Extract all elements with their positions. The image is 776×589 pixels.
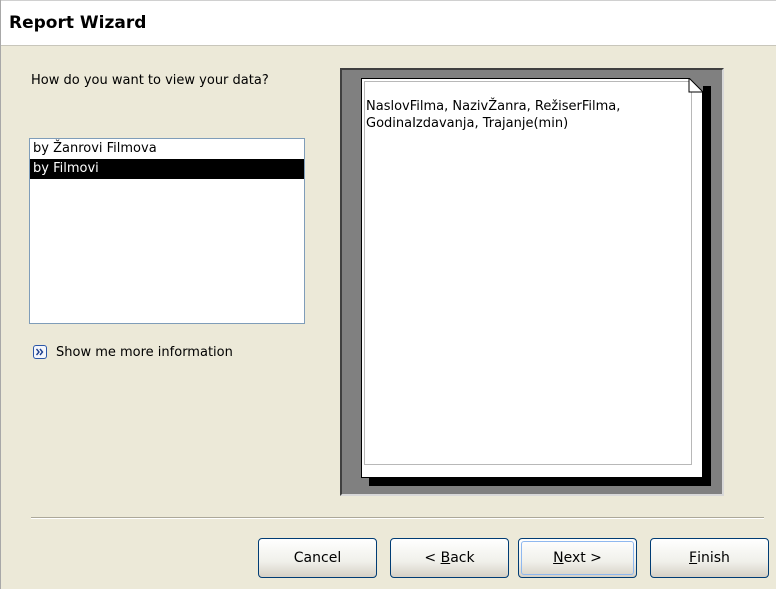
back-accelerator: B bbox=[440, 550, 451, 566]
page-fold-corner bbox=[667, 78, 703, 108]
show-more-info-label[interactable]: Show me more information bbox=[56, 345, 233, 360]
view-prompt: How do you want to view your data? bbox=[31, 73, 269, 88]
dialog-title: Report Wizard bbox=[9, 13, 147, 33]
cancel-label: Cancel bbox=[293, 550, 342, 566]
preview-field-list: NaslovFilma, NazivŽanra, RežiserFilma, G… bbox=[366, 99, 621, 131]
finish-label: inish bbox=[697, 550, 730, 566]
preview-page: NaslovFilma, NazivŽanra, RežiserFilma, G… bbox=[361, 78, 703, 478]
show-more-info-link[interactable]: Show me more information bbox=[33, 342, 233, 362]
back-button[interactable]: < Back bbox=[390, 538, 509, 578]
preview-page-margin bbox=[364, 81, 692, 465]
list-item-zanrovi-filmova[interactable]: by Žanrovi Filmova bbox=[30, 139, 304, 159]
next-label: ext > bbox=[563, 550, 602, 566]
double-chevron-right-icon[interactable] bbox=[33, 345, 47, 359]
list-item-filmovi[interactable]: by Filmovi bbox=[30, 159, 304, 179]
back-label: ack bbox=[450, 550, 475, 566]
back-prefix: < bbox=[424, 550, 441, 566]
finish-accelerator: F bbox=[689, 550, 698, 566]
view-options-list[interactable]: by Žanrovi Filmova by Filmovi bbox=[29, 138, 305, 324]
footer-separator bbox=[31, 517, 764, 519]
next-button[interactable]: Next > bbox=[518, 538, 637, 578]
finish-button[interactable]: Finish bbox=[650, 538, 769, 578]
wizard-header: Report Wizard bbox=[1, 0, 776, 46]
next-accelerator: N bbox=[553, 550, 564, 566]
report-wizard-dialog: Report Wizard How do you want to view yo… bbox=[0, 0, 776, 589]
cancel-button[interactable]: Cancel bbox=[258, 538, 377, 578]
